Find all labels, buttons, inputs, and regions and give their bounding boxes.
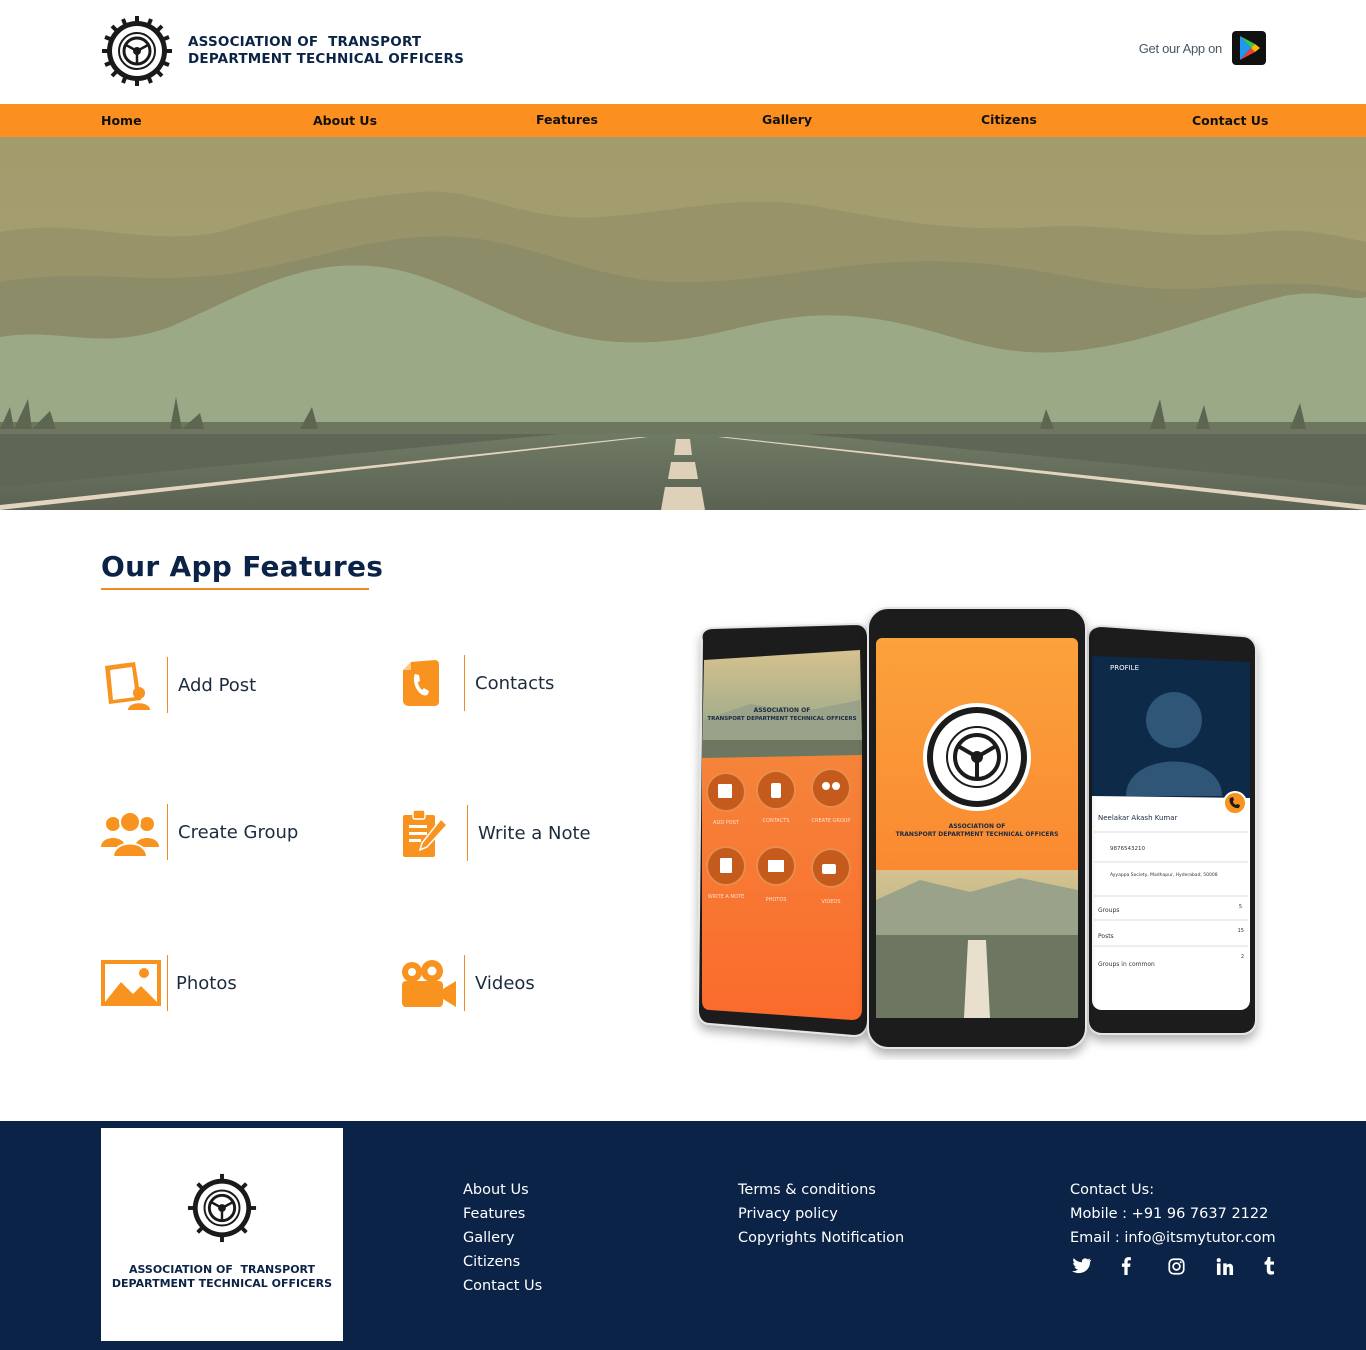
left-tile-label: ADD POST [713,820,740,826]
right-row-value: 15 [1238,928,1244,934]
left-tile-label: PHOTOS [766,897,787,903]
footer-link-copyrights[interactable]: Copyrights Notification [738,1226,904,1250]
separator [167,804,168,860]
right-profile-phone: 9876543210 [1110,846,1145,852]
feature-label: Videos [475,972,535,994]
feature-add-post[interactable]: Add Post [101,657,256,713]
brand-logo[interactable]: ASSOCIATION OF TRANSPORT DEPARTMENT TECH… [100,14,464,88]
features-title: Our App Features [101,550,384,583]
brand-name: ASSOCIATION OF TRANSPORT DEPARTMENT TECH… [188,34,464,68]
photos-icon [101,955,161,1011]
contact-mobile: Mobile : +91 96 7637 2122 [1070,1206,1269,1222]
contact-email[interactable]: Email : info@itsmytutor.com [1070,1226,1276,1250]
get-app-label: Get our App on [1138,40,1223,56]
separator [464,955,465,1011]
footer-brand-line-1: ASSOCIATION OF TRANSPORT [128,1263,316,1276]
left-org-line1: ASSOCIATION OF [754,707,811,714]
left-tile-label: WRITE A NOTE [708,894,745,900]
facebook-icon[interactable] [1118,1255,1166,1277]
feature-label: Contacts [475,672,555,694]
title-underline [101,588,369,590]
footer-brand-line-2: DEPARTMENT TECHNICAL OFFICERS [111,1277,333,1290]
feature-photos[interactable]: Photos [101,955,237,1011]
add-post-icon [101,657,161,713]
right-row-value: 2 [1241,954,1244,960]
footer-legal-links: Terms & conditions Privacy policy Copyri… [738,1178,904,1250]
instagram-icon[interactable] [1166,1255,1214,1277]
right-row-label: Posts [1098,933,1114,940]
separator [467,805,468,861]
feature-label: Photos [176,972,237,994]
create-group-icon [101,804,161,860]
google-play-icon[interactable] [1232,31,1266,65]
landscape-road-illustration [0,137,1366,510]
right-row-label: Groups [1098,907,1119,914]
right-profile-address: Ayyappa Society, Madhapur, Hyderabad, 50… [1110,872,1218,878]
site-footer: ASSOCIATION OF TRANSPORT DEPARTMENT TECH… [0,1121,1366,1350]
social-links [1070,1255,1310,1277]
footer-link-gallery[interactable]: Gallery [463,1226,542,1250]
app-screenshots: ASSOCIATION OF TRANSPORT DEPARTMENT TECH… [690,600,1270,1060]
footer-link-features[interactable]: Features [463,1202,542,1226]
videos-icon [401,955,461,1011]
feature-label: Add Post [178,674,257,696]
feature-write-note[interactable]: Write a Note [401,805,591,861]
brand-line-2: DEPARTMENT TECHNICAL OFFICERS [188,51,464,67]
right-row-value: 5 [1239,904,1242,910]
nav-features[interactable]: Features [536,103,598,136]
footer-link-privacy[interactable]: Privacy policy [738,1202,904,1226]
footer-link-about-us[interactable]: About Us [463,1178,542,1202]
nav-gallery[interactable]: Gallery [762,103,812,136]
nav-home[interactable]: Home [101,104,142,137]
nav-contact-us[interactable]: Contact Us [1192,104,1268,137]
tumblr-icon[interactable] [1262,1255,1310,1277]
separator [464,655,465,711]
footer-link-citizens[interactable]: Citizens [463,1250,542,1274]
feature-label: Create Group [178,821,299,843]
footer-brand-name: ASSOCIATION OF TRANSPORT DEPARTMENT TECH… [101,1263,343,1291]
feature-label: Write a Note [478,822,591,844]
brand-line-1: ASSOCIATION OF TRANSPORT [188,34,422,50]
footer-link-contact-us[interactable]: Contact Us [463,1274,542,1298]
footer-contact: Contact Us: Mobile : +91 96 7637 2122 Em… [1070,1178,1276,1250]
footer-link-terms[interactable]: Terms & conditions [738,1178,904,1202]
contacts-icon [401,655,461,711]
get-app-link[interactable]: Get our App on [1139,31,1266,65]
separator [167,657,168,713]
left-tile-label: CREATE GROUP [812,818,851,824]
left-tile-label: VIDEOS [821,899,840,905]
right-profile-name: Neelakar Akash Kumar [1098,814,1178,822]
linkedin-icon[interactable] [1214,1255,1262,1277]
separator [167,955,168,1011]
hero-banner [0,137,1366,510]
left-org-line2: TRANSPORT DEPARTMENT TECHNICAL OFFICERS [707,716,856,722]
nav-citizens[interactable]: Citizens [981,103,1037,136]
feature-videos[interactable]: Videos [401,955,535,1011]
twitter-icon[interactable] [1070,1255,1118,1277]
contact-heading: Contact Us: [1070,1182,1155,1198]
center-org-line2: TRANSPORT DEPARTMENT TECHNICAL OFFICERS [896,831,1059,838]
feature-create-group[interactable]: Create Group [101,804,298,860]
footer-logo[interactable]: ASSOCIATION OF TRANSPORT DEPARTMENT TECH… [101,1128,343,1341]
center-org-line1: ASSOCIATION OF [949,823,1006,830]
footer-nav-links: About Us Features Gallery Citizens Conta… [463,1178,542,1298]
site-header: ASSOCIATION OF TRANSPORT DEPARTMENT TECH… [0,0,1366,104]
right-row-label: Groups in common [1098,961,1155,968]
gear-emblem-icon [187,1173,257,1243]
nav-about-us[interactable]: About Us [313,104,377,137]
left-tile-label: CONTACTS [763,818,790,824]
gear-emblem-icon [102,16,172,86]
write-note-icon [401,805,461,861]
right-profile-header: PROFILE [1110,664,1139,672]
feature-contacts[interactable]: Contacts [401,655,554,711]
phones-mockup: ASSOCIATION OF TRANSPORT DEPARTMENT TECH… [696,607,1257,1049]
main-nav: Home About Us Features Gallery Citizens … [0,104,1366,137]
